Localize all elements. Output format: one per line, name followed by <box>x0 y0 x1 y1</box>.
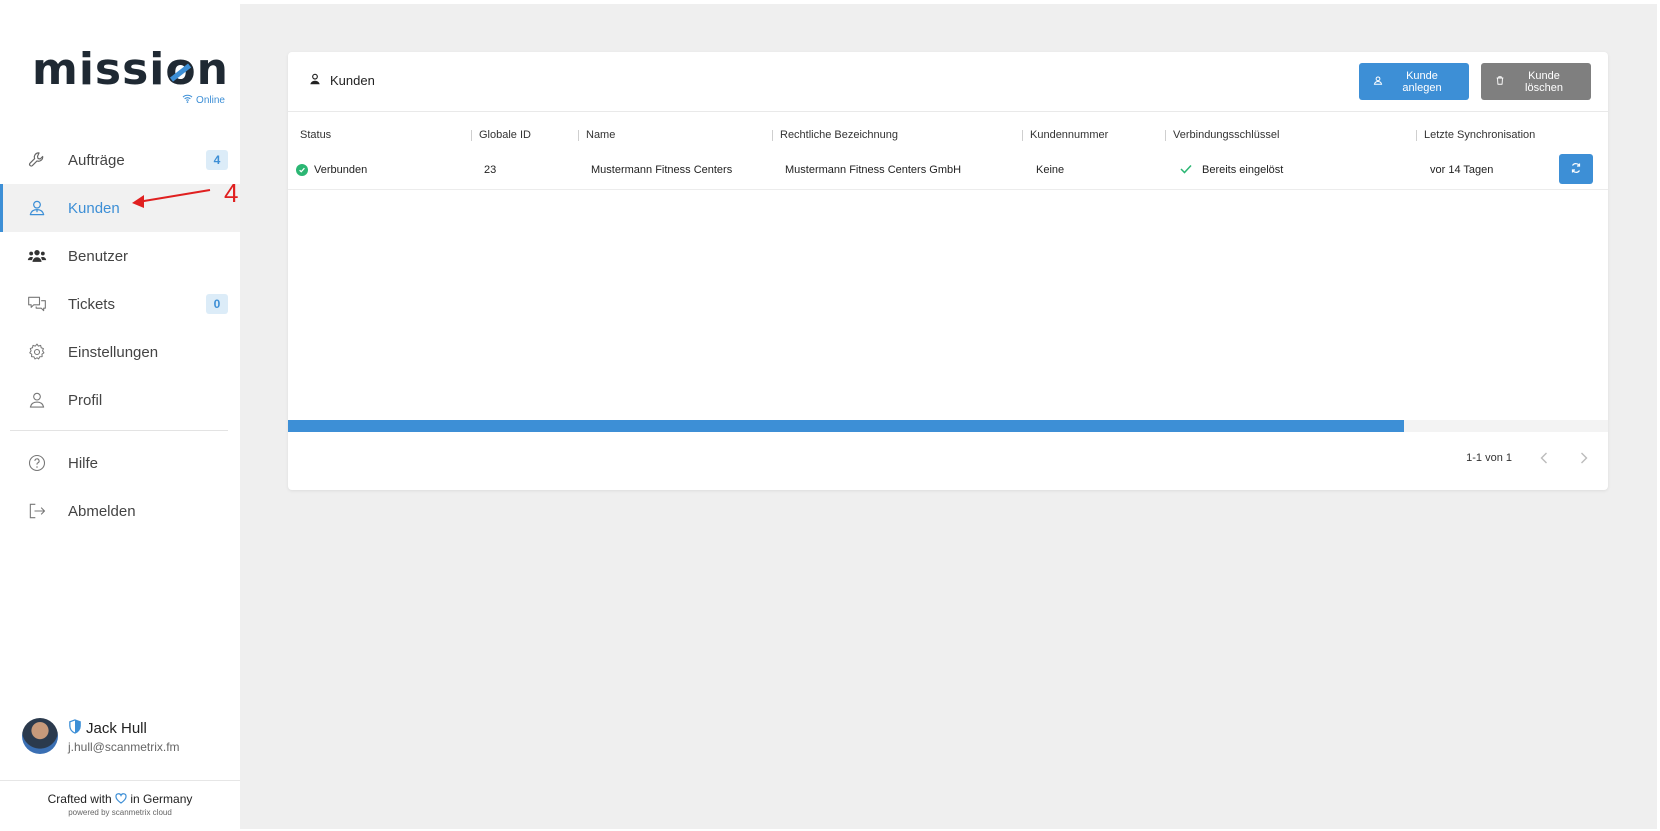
table-header: Status Globale ID Name Rechtliche Bezeic… <box>288 120 1608 150</box>
card-title: Kunden <box>308 72 375 89</box>
pagination-info: 1-1 von 1 <box>1466 452 1512 464</box>
check-circle-icon <box>296 164 308 176</box>
cell-name: Mustermann Fitness Centers <box>591 164 733 176</box>
wrench-icon <box>26 149 48 171</box>
sidebar-item-label: Hilfe <box>68 454 99 472</box>
sidebar: mission Online Aufträge 4 Kunden Benutze… <box>0 0 240 831</box>
sync-button[interactable] <box>1559 154 1593 184</box>
gear-icon <box>26 341 48 363</box>
trash-icon <box>1495 75 1505 89</box>
delete-customer-label: Kunde löschen <box>1525 69 1563 94</box>
logout-icon <box>26 500 48 522</box>
footer-text-a: Crafted with <box>47 792 112 806</box>
annotation-arrow <box>132 189 211 208</box>
sidebar-item-label: Profil <box>68 391 103 409</box>
user-profile[interactable]: Jack Hull j.hull@scanmetrix.fm <box>22 718 180 754</box>
column-header-last-sync[interactable]: Letzte Synchronisation <box>1415 120 1535 150</box>
user-name: Jack Hull <box>86 719 147 737</box>
sidebar-item-label: Tickets <box>68 295 115 313</box>
column-header-connection-key[interactable]: Verbindungsschlüssel <box>1164 120 1279 150</box>
sidebar-item-label: Kunden <box>68 199 120 217</box>
column-header-status[interactable]: Status <box>300 120 331 150</box>
connection-key-text: Bereits eingelöst <box>1202 164 1284 176</box>
card-header: Kunden Kunde anlegen Kunde löschen <box>288 52 1608 112</box>
cell-global-id: 23 <box>484 164 497 176</box>
status-text: Verbunden <box>314 164 368 176</box>
column-header-name[interactable]: Name <box>577 120 615 150</box>
heart-icon <box>115 792 127 806</box>
customer-icon <box>26 197 48 219</box>
sidebar-item-label: Benutzer <box>68 247 129 265</box>
user-email: j.hull@scanmetrix.fm <box>68 739 180 754</box>
footer-divider <box>0 780 240 781</box>
customers-card: Kunden Kunde anlegen Kunde löschen Statu… <box>288 52 1608 490</box>
sidebar-item-hilfe[interactable]: Hilfe <box>0 439 240 487</box>
create-customer-button[interactable]: Kunde anlegen <box>1359 63 1469 100</box>
users-icon <box>26 245 48 267</box>
footer-powered: powered by scanmetrix cloud <box>68 808 172 817</box>
scrollbar-thumb[interactable] <box>288 420 1404 432</box>
delete-customer-button[interactable]: Kunde löschen <box>1481 63 1591 100</box>
connection-status: Online <box>182 94 225 106</box>
create-customer-label: Kunde anlegen <box>1402 69 1442 94</box>
main-content: Kunden Kunde anlegen Kunde löschen Statu… <box>240 4 1657 829</box>
help-icon <box>26 452 48 474</box>
footer-text-b: in Germany <box>130 792 193 806</box>
cell-legal-name: Mustermann Fitness Centers GmbH <box>785 164 962 176</box>
sidebar-item-tickets[interactable]: Tickets 0 <box>0 280 240 328</box>
count-badge: 0 <box>206 294 228 314</box>
chat-icon <box>26 293 48 315</box>
add-person-icon <box>1373 75 1383 89</box>
annotation-number: 4 <box>224 178 239 208</box>
logo-wordmark: mission <box>32 44 229 95</box>
pagination: 1-1 von 1 <box>1466 440 1592 476</box>
sidebar-item-auftraege[interactable]: Aufträge 4 <box>0 136 240 184</box>
horizontal-scrollbar[interactable] <box>288 420 1608 432</box>
cell-customer-number: Keine <box>1036 164 1065 176</box>
shield-icon <box>68 718 82 738</box>
footer: Crafted with in Germany powered by scanm… <box>0 792 240 817</box>
cell-connection-key: Bereits eingelöst <box>1180 150 1283 190</box>
cell-last-sync: vor 14 Tagen <box>1430 164 1494 176</box>
check-icon <box>1180 164 1192 177</box>
customer-icon <box>308 72 322 89</box>
cell-status: Verbunden <box>296 150 367 190</box>
sidebar-item-label: Aufträge <box>68 151 125 169</box>
user-name-row: Jack Hull <box>68 718 180 738</box>
column-header-customer-number[interactable]: Kundennummer <box>1021 120 1108 150</box>
column-header-global-id[interactable]: Globale ID <box>471 120 531 150</box>
count-badge: 4 <box>206 150 228 170</box>
table-row[interactable]: Verbunden 23 Mustermann Fitness Centers … <box>288 150 1608 190</box>
status-label: Online <box>196 94 225 106</box>
avatar <box>22 718 58 754</box>
chevron-right-icon[interactable] <box>1576 450 1592 466</box>
sidebar-item-label: Einstellungen <box>68 343 159 361</box>
footer-crafted: Crafted with in Germany <box>0 792 240 806</box>
nav-divider <box>10 430 228 431</box>
refresh-icon <box>1570 162 1582 177</box>
chevron-left-icon[interactable] <box>1536 450 1552 466</box>
sidebar-item-einstellungen[interactable]: Einstellungen <box>0 328 240 376</box>
column-header-legal-name[interactable]: Rechtliche Bezeichnung <box>771 120 898 150</box>
person-icon <box>26 389 48 411</box>
card-title-text: Kunden <box>330 73 375 88</box>
sidebar-item-label: Abmelden <box>68 502 136 520</box>
sidebar-item-benutzer[interactable]: Benutzer <box>0 232 240 280</box>
sidebar-item-abmelden[interactable]: Abmelden <box>0 487 240 535</box>
wifi-icon <box>182 94 193 106</box>
sidebar-item-profil[interactable]: Profil <box>0 376 240 424</box>
logo[interactable]: mission Online <box>32 44 229 106</box>
app-root: mission Online Aufträge 4 Kunden Benutze… <box>0 0 1660 831</box>
